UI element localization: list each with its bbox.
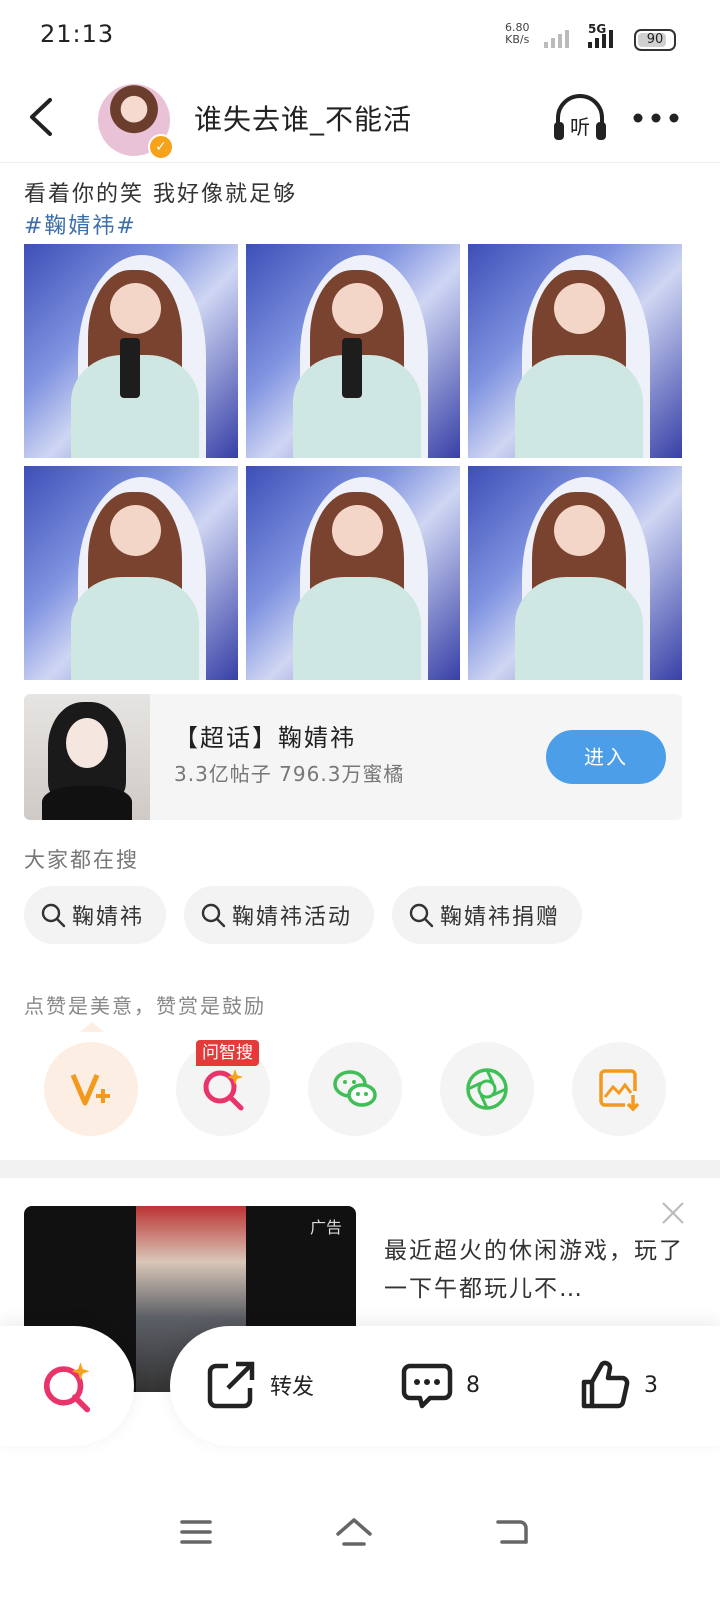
post-photo-3[interactable] xyxy=(468,244,682,458)
repost-label: 转发 xyxy=(270,1375,315,1400)
signal-icon-sim1 xyxy=(544,28,569,48)
photo-grid xyxy=(24,244,682,680)
reward-v-plus-icon xyxy=(70,1074,110,1106)
post-text: 看着你的笑 我好像就足够 xyxy=(24,182,297,207)
zhisou-fab-button[interactable] xyxy=(0,1326,134,1446)
moments-share-button[interactable] xyxy=(440,1042,534,1136)
status-bar: 21:13 6.80 KB/s 5G 90 xyxy=(0,0,720,72)
zhisou-search-icon xyxy=(43,1362,91,1413)
search-chip[interactable]: 鞠婧祎活动 xyxy=(184,886,375,944)
search-icon xyxy=(201,903,226,928)
zhisou-search-icon xyxy=(203,1069,244,1111)
post-photo-5[interactable] xyxy=(246,466,460,680)
home-icon[interactable] xyxy=(334,1512,374,1552)
search-chips: 鞠婧祎 鞠婧祎活动 鞠婧祎捐赠 xyxy=(24,886,583,944)
post-header: ✓ 谁失去谁_不能活 听 xyxy=(0,72,720,163)
ad-label: 广告 xyxy=(309,1218,342,1237)
post-photo-6[interactable] xyxy=(468,466,682,680)
thumbs-up-icon xyxy=(581,1360,630,1409)
save-image-button[interactable] xyxy=(572,1042,666,1136)
close-icon[interactable] xyxy=(660,1200,686,1226)
search-chip-label: 鞠婧祎活动 xyxy=(232,905,353,930)
back-nav-icon[interactable] xyxy=(492,1512,532,1552)
super-topic-title: 【超话】鞠婧祎 xyxy=(174,724,356,752)
network-speed-unit: KB/s xyxy=(505,33,530,46)
comment-count: 8 xyxy=(466,1372,480,1398)
wechat-share-button[interactable] xyxy=(308,1042,402,1136)
listen-label: 听 xyxy=(570,115,590,139)
moments-aperture-icon xyxy=(466,1068,508,1110)
search-chip-label: 鞠婧祎 xyxy=(72,905,145,930)
search-icon xyxy=(41,903,66,928)
zhisou-badge: 问智搜 xyxy=(196,1040,259,1066)
topic-tag-link[interactable]: #鞠婧祎# xyxy=(24,208,137,240)
like-button[interactable]: 3 xyxy=(578,1358,658,1412)
wechat-icon xyxy=(333,1070,377,1107)
more-options-icon[interactable] xyxy=(632,110,680,126)
system-nav-bar xyxy=(0,1490,720,1600)
battery-level: 90 xyxy=(646,32,664,47)
ad-text: 最近超火的休闲游戏，玩了一下午都玩儿不… xyxy=(384,1238,684,1302)
status-time: 21:13 xyxy=(40,20,115,48)
super-topic-card[interactable]: 【超话】鞠婧祎 3.3亿帖子 796.3万蜜橘 进入 xyxy=(24,694,682,820)
super-topic-stats: 3.3亿帖子 796.3万蜜橘 xyxy=(174,762,405,786)
comment-bubble-icon xyxy=(401,1363,453,1409)
bottom-action-bar: 转发 8 3 xyxy=(0,1326,720,1446)
trending-search-label: 大家都在搜 xyxy=(24,848,139,872)
post-photo-4[interactable] xyxy=(24,466,238,680)
repost-button[interactable]: 转发 xyxy=(204,1358,314,1412)
comment-button[interactable]: 8 xyxy=(400,1358,480,1412)
section-separator xyxy=(0,1160,720,1178)
save-image-icon xyxy=(599,1069,640,1112)
reward-button[interactable] xyxy=(44,1042,138,1136)
like-count: 3 xyxy=(644,1372,658,1398)
menu-icon[interactable] xyxy=(176,1512,216,1552)
signal-icon-sim2 xyxy=(588,28,613,48)
search-chip-label: 鞠婧祎捐赠 xyxy=(440,905,561,930)
search-chip[interactable]: 鞠婧祎 xyxy=(24,886,167,944)
share-actions xyxy=(44,1042,666,1136)
post-photo-1[interactable] xyxy=(24,244,238,458)
super-topic-thumbnail xyxy=(24,694,150,820)
battery-icon: 90 xyxy=(634,29,676,51)
listen-headphones-icon[interactable]: 听 xyxy=(552,92,608,144)
reward-pointer xyxy=(80,1022,104,1032)
search-icon xyxy=(409,903,434,928)
verified-badge-icon: ✓ xyxy=(148,134,174,160)
username[interactable]: 谁失去谁_不能活 xyxy=(194,98,412,138)
search-chip[interactable]: 鞠婧祎捐赠 xyxy=(392,886,583,944)
enter-button[interactable]: 进入 xyxy=(546,730,666,784)
post-photo-2[interactable] xyxy=(246,244,460,458)
reward-text: 点赞是美意，赞赏是鼓励 xyxy=(24,994,266,1018)
network-speed: 6.80 KB/s xyxy=(505,22,530,46)
back-arrow-icon[interactable] xyxy=(24,94,64,140)
repost-share-icon xyxy=(207,1361,255,1409)
